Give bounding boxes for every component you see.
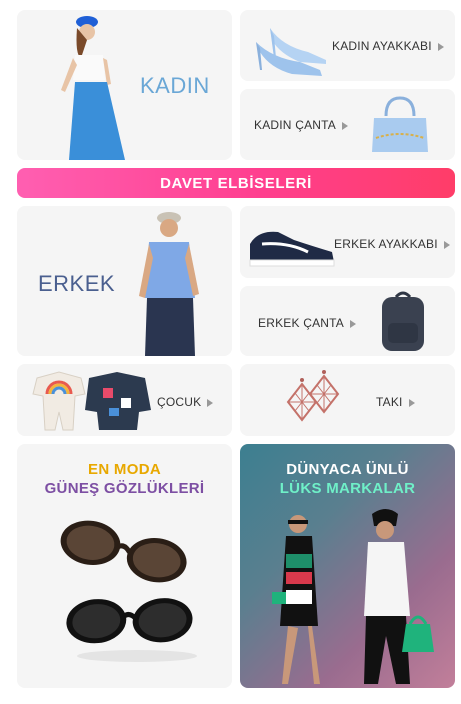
cocuk-text: ÇOCUK bbox=[157, 395, 202, 409]
tile-kadin-ayakkabi[interactable]: KADIN AYAKKABI bbox=[240, 10, 455, 81]
promo-luxury-line2: LÜKS MARKALAR bbox=[279, 480, 416, 497]
tile-kadin[interactable]: KADIN bbox=[17, 10, 232, 160]
promo-sunglasses-line2: GÜNEŞ GÖZLÜKLERİ bbox=[44, 480, 205, 497]
kids-clothes-image bbox=[32, 371, 151, 431]
man-model-image bbox=[139, 212, 199, 356]
kadin-canta-text: KADIN ÇANTA bbox=[254, 118, 336, 132]
tile-kadin-label: KADIN bbox=[140, 73, 210, 98]
sunglasses-image bbox=[60, 520, 197, 662]
chevron-right-icon bbox=[350, 319, 356, 328]
tile-kadin-canta-label: KADIN ÇANTA bbox=[254, 118, 348, 132]
promo-sunglasses[interactable]: EN MODA GÜNEŞ GÖZLÜKLERİ bbox=[17, 444, 232, 688]
kadin-ayakkabi-text: KADIN AYAKKABI bbox=[332, 39, 432, 53]
chevron-right-icon bbox=[437, 42, 444, 51]
tile-erkek-ayakkabi[interactable]: ERKEK AYAKKABI bbox=[240, 206, 455, 278]
erkek-canta-text: ERKEK ÇANTA bbox=[258, 316, 344, 330]
promo-luxury[interactable]: DÜNYACA ÜNLÜ LÜKS MARKALAR bbox=[240, 444, 455, 688]
tile-erkek[interactable]: ERKEK bbox=[17, 206, 232, 356]
men-backpack-image bbox=[382, 291, 424, 351]
promo-luxury-line1: DÜNYACA ÜNLÜ bbox=[286, 461, 409, 478]
chevron-right-icon bbox=[207, 398, 214, 407]
tile-kadin-ayakkabi-label: KADIN AYAKKABI bbox=[332, 39, 444, 53]
men-sneaker-image bbox=[249, 231, 335, 267]
tile-taki[interactable]: TAKI bbox=[240, 364, 455, 436]
taki-text: TAKI bbox=[376, 395, 403, 409]
chevron-right-icon bbox=[342, 121, 348, 130]
jewelry-earrings-image bbox=[286, 370, 340, 422]
tile-kadin-canta[interactable]: KADIN ÇANTA bbox=[240, 89, 455, 160]
women-shoes-image bbox=[256, 28, 326, 76]
women-bag-image bbox=[372, 96, 428, 152]
tile-cocuk-label: ÇOCUK bbox=[157, 395, 214, 409]
tile-erkek-ayakkabi-label: ERKEK AYAKKABI bbox=[334, 237, 450, 251]
tile-cocuk[interactable]: ÇOCUK bbox=[17, 364, 232, 436]
erkek-ayakkabi-text: ERKEK AYAKKABI bbox=[334, 237, 438, 251]
banner-davet-elbiseleri[interactable]: DAVET ELBİSELERİ bbox=[17, 168, 455, 198]
tile-taki-label: TAKI bbox=[376, 395, 415, 409]
chevron-right-icon bbox=[408, 398, 415, 407]
luxury-models-image bbox=[272, 509, 434, 684]
tile-erkek-label: ERKEK bbox=[38, 271, 116, 296]
tile-erkek-canta-label: ERKEK ÇANTA bbox=[258, 316, 356, 330]
promo-sunglasses-line1: EN MODA bbox=[88, 461, 161, 478]
chevron-right-icon bbox=[443, 240, 450, 249]
tile-erkek-canta[interactable]: ERKEK ÇANTA bbox=[240, 286, 455, 356]
